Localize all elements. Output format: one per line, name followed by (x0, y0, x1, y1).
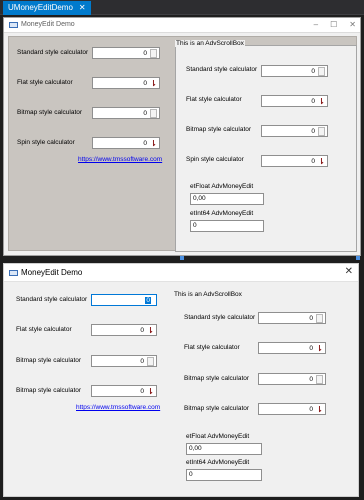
calculator-button[interactable] (316, 374, 323, 384)
value: 0 (309, 375, 313, 383)
value: 0 (145, 296, 151, 304)
sb-label-spin: Spin style calculator (186, 156, 244, 163)
money-edit-standard[interactable]: 0 (92, 47, 160, 59)
spin-icon[interactable]: ⇂ (147, 387, 154, 396)
sb-label-float: etFloat AdvMoneyEdit (190, 183, 254, 190)
sb-money-edit-spin[interactable]: 0 ⇂ (258, 403, 326, 415)
adv-scrollbox[interactable]: Standard style calculator 0 Flat style c… (175, 45, 357, 252)
label-flat: Flat style calculator (17, 79, 73, 86)
value: 0 (311, 67, 315, 75)
sb-money-edit-bitmap[interactable]: 0 (261, 125, 328, 137)
calculator-icon[interactable]: ⇂ (150, 79, 157, 88)
run-form-titlebar: MoneyEdit Demo ✕ (4, 264, 358, 282)
ide-tab-umoneyeditdemo[interactable]: UMoneyEditDemo ✕ (3, 1, 91, 15)
money-edit-bitmap[interactable]: 0 (92, 107, 160, 119)
ide-tab-label: UMoneyEditDemo (8, 3, 73, 12)
scrollbox-caption: This is an AdvScrollBox (175, 40, 245, 47)
adv-scrollbox[interactable]: Standard style calculator 0 Flat style c… (171, 300, 357, 496)
sb-label-bitmap: Bitmap style calculator (184, 375, 250, 382)
sb-label-float: etFloat AdvMoneyEdit (186, 433, 250, 440)
value: 0 (311, 97, 315, 105)
maximize-icon[interactable]: ☐ (330, 20, 337, 29)
value: 0 (143, 79, 147, 87)
window-controls: – ☐ ✕ (314, 20, 356, 29)
sb-money-edit-spin[interactable]: 0 ⇂ (261, 155, 328, 167)
design-form-title: MoneyEdit Demo (21, 21, 75, 28)
value: 0 (309, 344, 313, 352)
close-icon[interactable]: ✕ (345, 266, 353, 277)
sb-label-standard: Standard style calculator (184, 314, 256, 321)
calculator-icon[interactable]: ⇂ (316, 344, 323, 353)
value: 0 (311, 127, 315, 135)
calculator-button[interactable] (150, 108, 157, 118)
design-form: MoneyEdit Demo – ☐ ✕ Standard style calc… (3, 17, 361, 256)
spin-icon[interactable]: ⇂ (150, 139, 157, 148)
sb-money-edit-flat[interactable]: 0 ⇂ (258, 342, 326, 354)
value: 0 (309, 405, 313, 413)
sb-money-edit-standard[interactable]: 0 (261, 65, 328, 77)
value: 0 (140, 357, 144, 365)
sb-label-flat: Flat style calculator (184, 344, 240, 351)
calculator-icon[interactable]: ⇂ (147, 326, 154, 335)
form-icon (9, 270, 18, 276)
close-icon[interactable]: ✕ (349, 20, 356, 29)
money-edit-flat[interactable]: 0 ⇂ (92, 77, 160, 89)
sb-label-standard: Standard style calculator (186, 66, 258, 73)
sb-label-int64: etInt64 AdvMoneyEdit (190, 210, 254, 217)
label-flat: Flat style calculator (16, 326, 72, 333)
sb-money-edit-flat[interactable]: 0 ⇂ (261, 95, 328, 107)
value: 0 (143, 49, 147, 57)
value: 0 (140, 387, 144, 395)
label-spin: Bitmap style calculator (16, 387, 82, 394)
sb-label-flat: Flat style calculator (186, 96, 242, 103)
sb-money-edit-standard[interactable]: 0 (258, 312, 326, 324)
calculator-button[interactable] (150, 48, 157, 58)
design-form-client: Standard style calculator 0 Flat style c… (8, 36, 357, 252)
sb-label-spin: Bitmap style calculator (184, 405, 250, 412)
money-edit-standard[interactable]: 0 (91, 294, 157, 306)
label-bitmap: Bitmap style calculator (16, 357, 82, 364)
value: 0 (309, 314, 313, 322)
sb-label-bitmap: Bitmap style calculator (186, 126, 252, 133)
money-edit-flat[interactable]: 0 ⇂ (91, 324, 157, 336)
minimize-icon[interactable]: – (314, 20, 318, 29)
money-edit-bitmap[interactable]: 0 (91, 355, 157, 367)
sb-money-edit-bitmap[interactable]: 0 (258, 373, 326, 385)
run-form: MoneyEdit Demo ✕ Standard style calculat… (3, 263, 359, 497)
scrollbox-caption: This is an AdvScrollBox (174, 291, 242, 298)
tms-link[interactable]: https://www.tmssoftware.com (78, 156, 162, 163)
float-money-edit[interactable]: 0,00 (190, 193, 264, 205)
calculator-button[interactable] (147, 356, 154, 366)
label-spin: Spin style calculator (17, 139, 75, 146)
run-form-title: MoneyEdit Demo (21, 268, 83, 277)
sb-label-int64: etInt64 AdvMoneyEdit (186, 459, 250, 466)
calculator-button[interactable] (318, 66, 325, 76)
int64-money-edit[interactable]: 0 (190, 220, 264, 232)
label-standard: Standard style calculator (16, 296, 88, 303)
calculator-icon[interactable]: ⇂ (318, 97, 325, 106)
calculator-button[interactable] (316, 313, 323, 323)
calculator-button[interactable] (318, 126, 325, 136)
float-money-edit[interactable]: 0,00 (186, 443, 262, 455)
resize-handle[interactable] (356, 256, 360, 260)
resize-handle[interactable] (180, 256, 184, 260)
design-form-titlebar: MoneyEdit Demo – ☐ ✕ (4, 18, 360, 33)
spin-icon[interactable]: ⇂ (316, 405, 323, 414)
money-edit-spin[interactable]: 0 ⇂ (92, 137, 160, 149)
close-icon[interactable]: ✕ (79, 1, 86, 15)
form-icon (9, 22, 18, 28)
value: 0 (311, 157, 315, 165)
label-bitmap: Bitmap style calculator (17, 109, 83, 116)
spin-icon[interactable]: ⇂ (318, 157, 325, 166)
int64-money-edit[interactable]: 0 (186, 469, 262, 481)
money-edit-spin[interactable]: 0 ⇂ (91, 385, 157, 397)
value: 0 (143, 109, 147, 117)
value: 0 (143, 139, 147, 147)
value: 0 (140, 326, 144, 334)
label-standard: Standard style calculator (17, 49, 89, 56)
tms-link[interactable]: https://www.tmssoftware.com (76, 404, 160, 411)
